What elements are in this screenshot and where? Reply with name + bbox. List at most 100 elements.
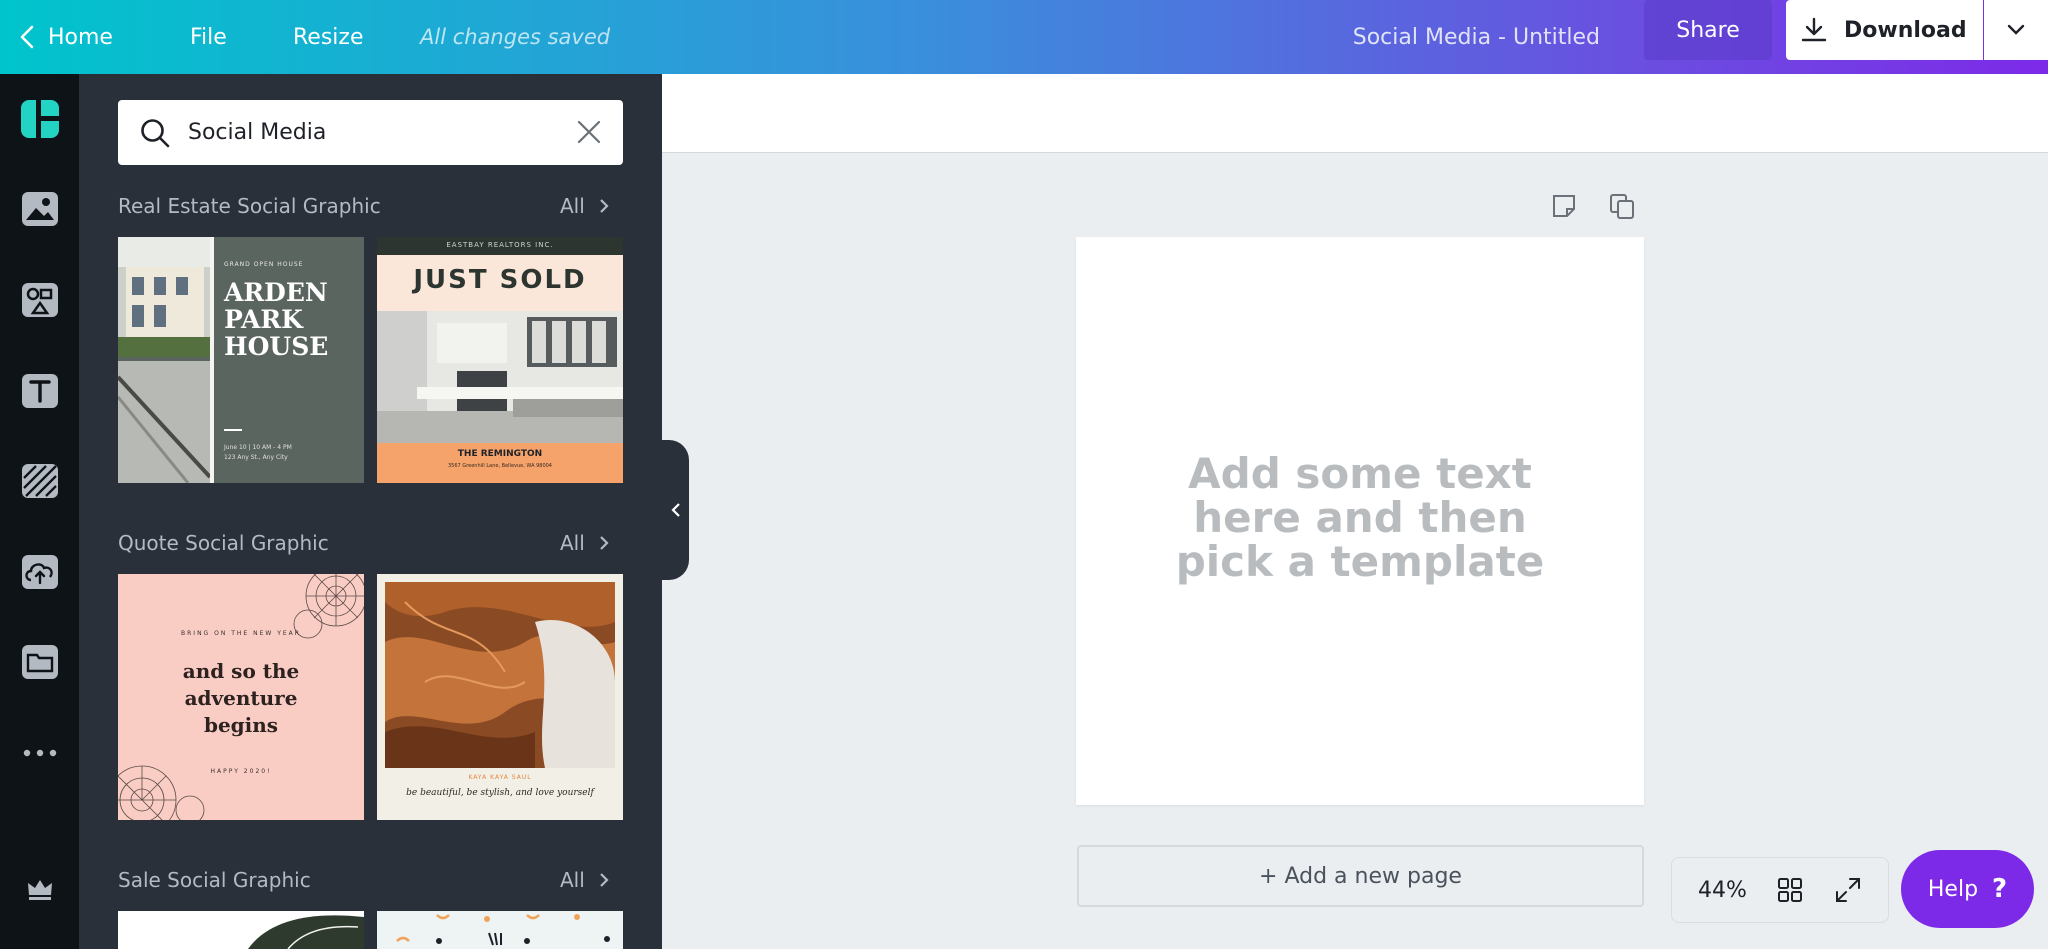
sold-name: THE REMINGTON <box>457 449 543 459</box>
pattern-art <box>396 914 610 946</box>
fullscreen-icon[interactable] <box>1834 876 1862 904</box>
logo-icon <box>20 100 59 138</box>
search-input[interactable]: Social Media <box>188 100 326 165</box>
template-arden-park-house[interactable]: GRAND OPEN HOUSE ARDEN PARK HOUSE June 1… <box>118 237 364 483</box>
see-all-label: All <box>560 194 585 218</box>
text-icon <box>21 374 58 408</box>
help-label: Help <box>1927 876 1979 902</box>
search-field[interactable]: Social Media <box>118 100 623 165</box>
kitchen-photo <box>377 311 623 443</box>
arden-foot2: 123 Any St., Any City <box>224 454 288 461</box>
chevron-down-icon <box>2007 24 2025 35</box>
question-mark-icon: ? <box>1992 874 2008 904</box>
home-label: Home <box>48 24 113 50</box>
download-icon <box>1801 17 1827 42</box>
template-panel: Social Media Real Estate Social Graphic … <box>79 74 662 949</box>
chevron-right-icon <box>600 199 609 213</box>
download-button[interactable]: Download <box>1786 0 1983 60</box>
template-sale-pattern[interactable] <box>377 911 623 949</box>
design-page[interactable]: Add some text here and then pick a templ… <box>1076 237 1644 805</box>
see-all-quote[interactable]: All <box>560 531 609 555</box>
grid-view-icon[interactable] <box>1776 876 1804 904</box>
page-hint-line2: here and then <box>1193 493 1527 542</box>
hair-photo <box>385 582 615 768</box>
hair-quote: be beautiful, be stylish, and love yours… <box>406 788 594 798</box>
arden-line2: PARK <box>224 305 303 334</box>
arden-divider <box>224 429 242 431</box>
arden-foot1: June 10 | 10 AM - 4 PM <box>224 444 292 451</box>
close-icon[interactable] <box>577 120 601 144</box>
top-bar: Home File Resize All changes saved Socia… <box>0 0 2048 74</box>
resize-button[interactable]: Resize <box>293 0 364 74</box>
crown-icon <box>27 880 52 900</box>
section-title-quote: Quote Social Graphic <box>118 531 329 555</box>
zoom-level[interactable]: 44% <box>1698 878 1768 903</box>
resize-label: Resize <box>293 24 364 50</box>
page-note-button[interactable] <box>1550 192 1578 224</box>
arden-kicker: GRAND OPEN HOUSE <box>224 261 304 268</box>
more-tab[interactable] <box>0 723 79 783</box>
folders-tab[interactable] <box>0 632 79 692</box>
text-tab[interactable] <box>0 361 79 421</box>
save-status: All changes saved <box>420 25 611 49</box>
templates-tab[interactable] <box>0 89 79 149</box>
see-all-sale[interactable]: All <box>560 868 609 892</box>
chevron-right-icon <box>600 536 609 550</box>
download-label: Download <box>1844 17 1967 43</box>
leaf-art <box>248 915 364 949</box>
hair-author: KAYA KAYA SAUL <box>468 774 532 781</box>
sold-headline: JUST SOLD <box>413 265 587 295</box>
chevron-left-icon <box>670 503 680 517</box>
file-menu-button[interactable]: File <box>190 0 227 74</box>
duplicate-page-button[interactable] <box>1608 192 1636 224</box>
folders-icon <box>21 645 58 679</box>
template-adventure-begins[interactable]: BRING ON THE NEW YEAR and so the adventu… <box>118 574 364 820</box>
arden-line1: ARDEN <box>224 278 328 307</box>
duplicate-icon <box>1610 194 1634 219</box>
help-button[interactable]: Help ? <box>1901 850 2034 928</box>
chevron-right-icon <box>600 873 609 887</box>
left-rail <box>0 74 79 949</box>
uploads-tab[interactable] <box>0 542 79 602</box>
section-title-sale: Sale Social Graphic <box>118 868 311 892</box>
photos-tab[interactable] <box>0 179 79 239</box>
sold-company: EASTBAY REALTORS INC. <box>446 241 554 249</box>
see-all-label: All <box>560 531 585 555</box>
photos-icon <box>21 192 58 226</box>
more-icon <box>23 749 56 757</box>
page-hint-line1: Add some text <box>1188 449 1532 498</box>
quote-line2: adventure <box>184 686 298 710</box>
template-sale-leaf[interactable] <box>118 911 364 949</box>
share-label: Share <box>1676 17 1740 43</box>
editor-toolbar <box>662 74 2048 153</box>
arden-line3: HOUSE <box>224 332 329 361</box>
see-all-real-estate[interactable]: All <box>560 194 609 218</box>
quote-line3: begins <box>203 713 279 737</box>
quote-foot: HAPPY 2020! <box>210 768 272 775</box>
add-page-button[interactable]: + Add a new page <box>1077 845 1644 907</box>
background-tab[interactable] <box>0 451 79 511</box>
page-hint-line3: pick a template <box>1175 537 1545 586</box>
note-icon <box>1553 195 1575 217</box>
template-just-sold[interactable]: EASTBAY REALTORS INC. JUST SOLD THE REMI… <box>377 237 623 483</box>
collapse-panel-button[interactable] <box>662 440 689 580</box>
zoom-controls: 44% <box>1671 857 1889 923</box>
file-label: File <box>190 24 227 50</box>
uploads-icon <box>21 555 58 589</box>
section-title-real-estate: Real Estate Social Graphic <box>118 194 381 218</box>
template-be-beautiful[interactable]: KAYA KAYA SAUL be beautiful, be stylish,… <box>377 574 623 820</box>
chevron-left-icon <box>20 25 34 49</box>
quote-line1: and so the <box>182 659 300 683</box>
pro-tab[interactable] <box>0 859 79 919</box>
document-title[interactable]: Social Media - Untitled <box>1353 0 1600 74</box>
add-page-label: + Add a new page <box>1259 863 1462 889</box>
share-button[interactable]: Share <box>1644 0 1772 60</box>
elements-icon <box>21 283 58 317</box>
home-button[interactable]: Home <box>20 0 113 74</box>
background-icon <box>21 464 58 498</box>
search-icon <box>141 119 170 148</box>
see-all-label: All <box>560 868 585 892</box>
page-placeholder-text: Add some text here and then pick a templ… <box>1076 452 1644 584</box>
download-options-button[interactable] <box>1984 0 2048 60</box>
elements-tab[interactable] <box>0 270 79 330</box>
